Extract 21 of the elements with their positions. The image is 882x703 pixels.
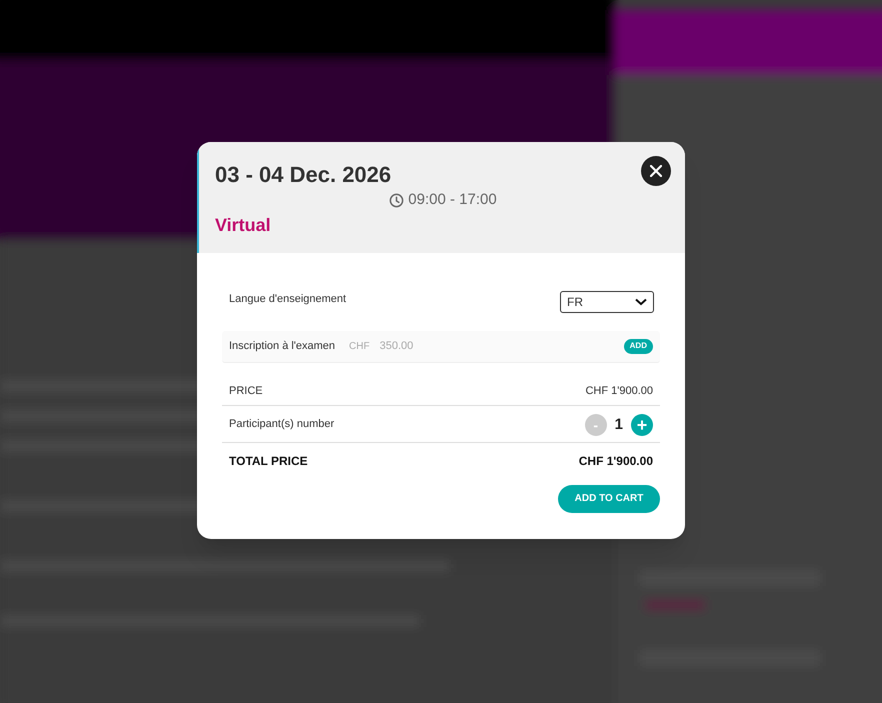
total-value: CHF 1'900.00 bbox=[578, 452, 653, 470]
event-format: Virtual bbox=[215, 214, 271, 234]
clock-icon bbox=[389, 192, 404, 208]
event-date: 03 - 04 Dec. 2026 bbox=[215, 161, 392, 189]
option-price: 350.00 bbox=[380, 338, 414, 354]
participants-label: Participant(s) number bbox=[229, 416, 334, 432]
participant-count: 1 bbox=[614, 414, 623, 434]
close-icon bbox=[650, 165, 662, 177]
language-select[interactable]: FR bbox=[560, 290, 654, 312]
option-label: Inscription à l'examen bbox=[229, 338, 336, 354]
close-button[interactable] bbox=[641, 156, 671, 186]
total-label: TOTAL PRICE bbox=[229, 452, 308, 470]
event-time: 09:00 - 17:00 bbox=[408, 190, 497, 210]
increase-button[interactable]: + bbox=[631, 414, 653, 436]
chevron-down-icon bbox=[635, 298, 647, 306]
price-label: PRICE bbox=[229, 384, 263, 399]
price-value: CHF 1'900.00 bbox=[585, 384, 653, 399]
add-option-button[interactable]: ADD bbox=[624, 338, 653, 354]
field-label: Langue d'enseignement bbox=[229, 292, 346, 306]
add-to-cart-button[interactable]: ADD TO CART bbox=[558, 484, 660, 512]
option-currency: CHF bbox=[349, 340, 370, 354]
